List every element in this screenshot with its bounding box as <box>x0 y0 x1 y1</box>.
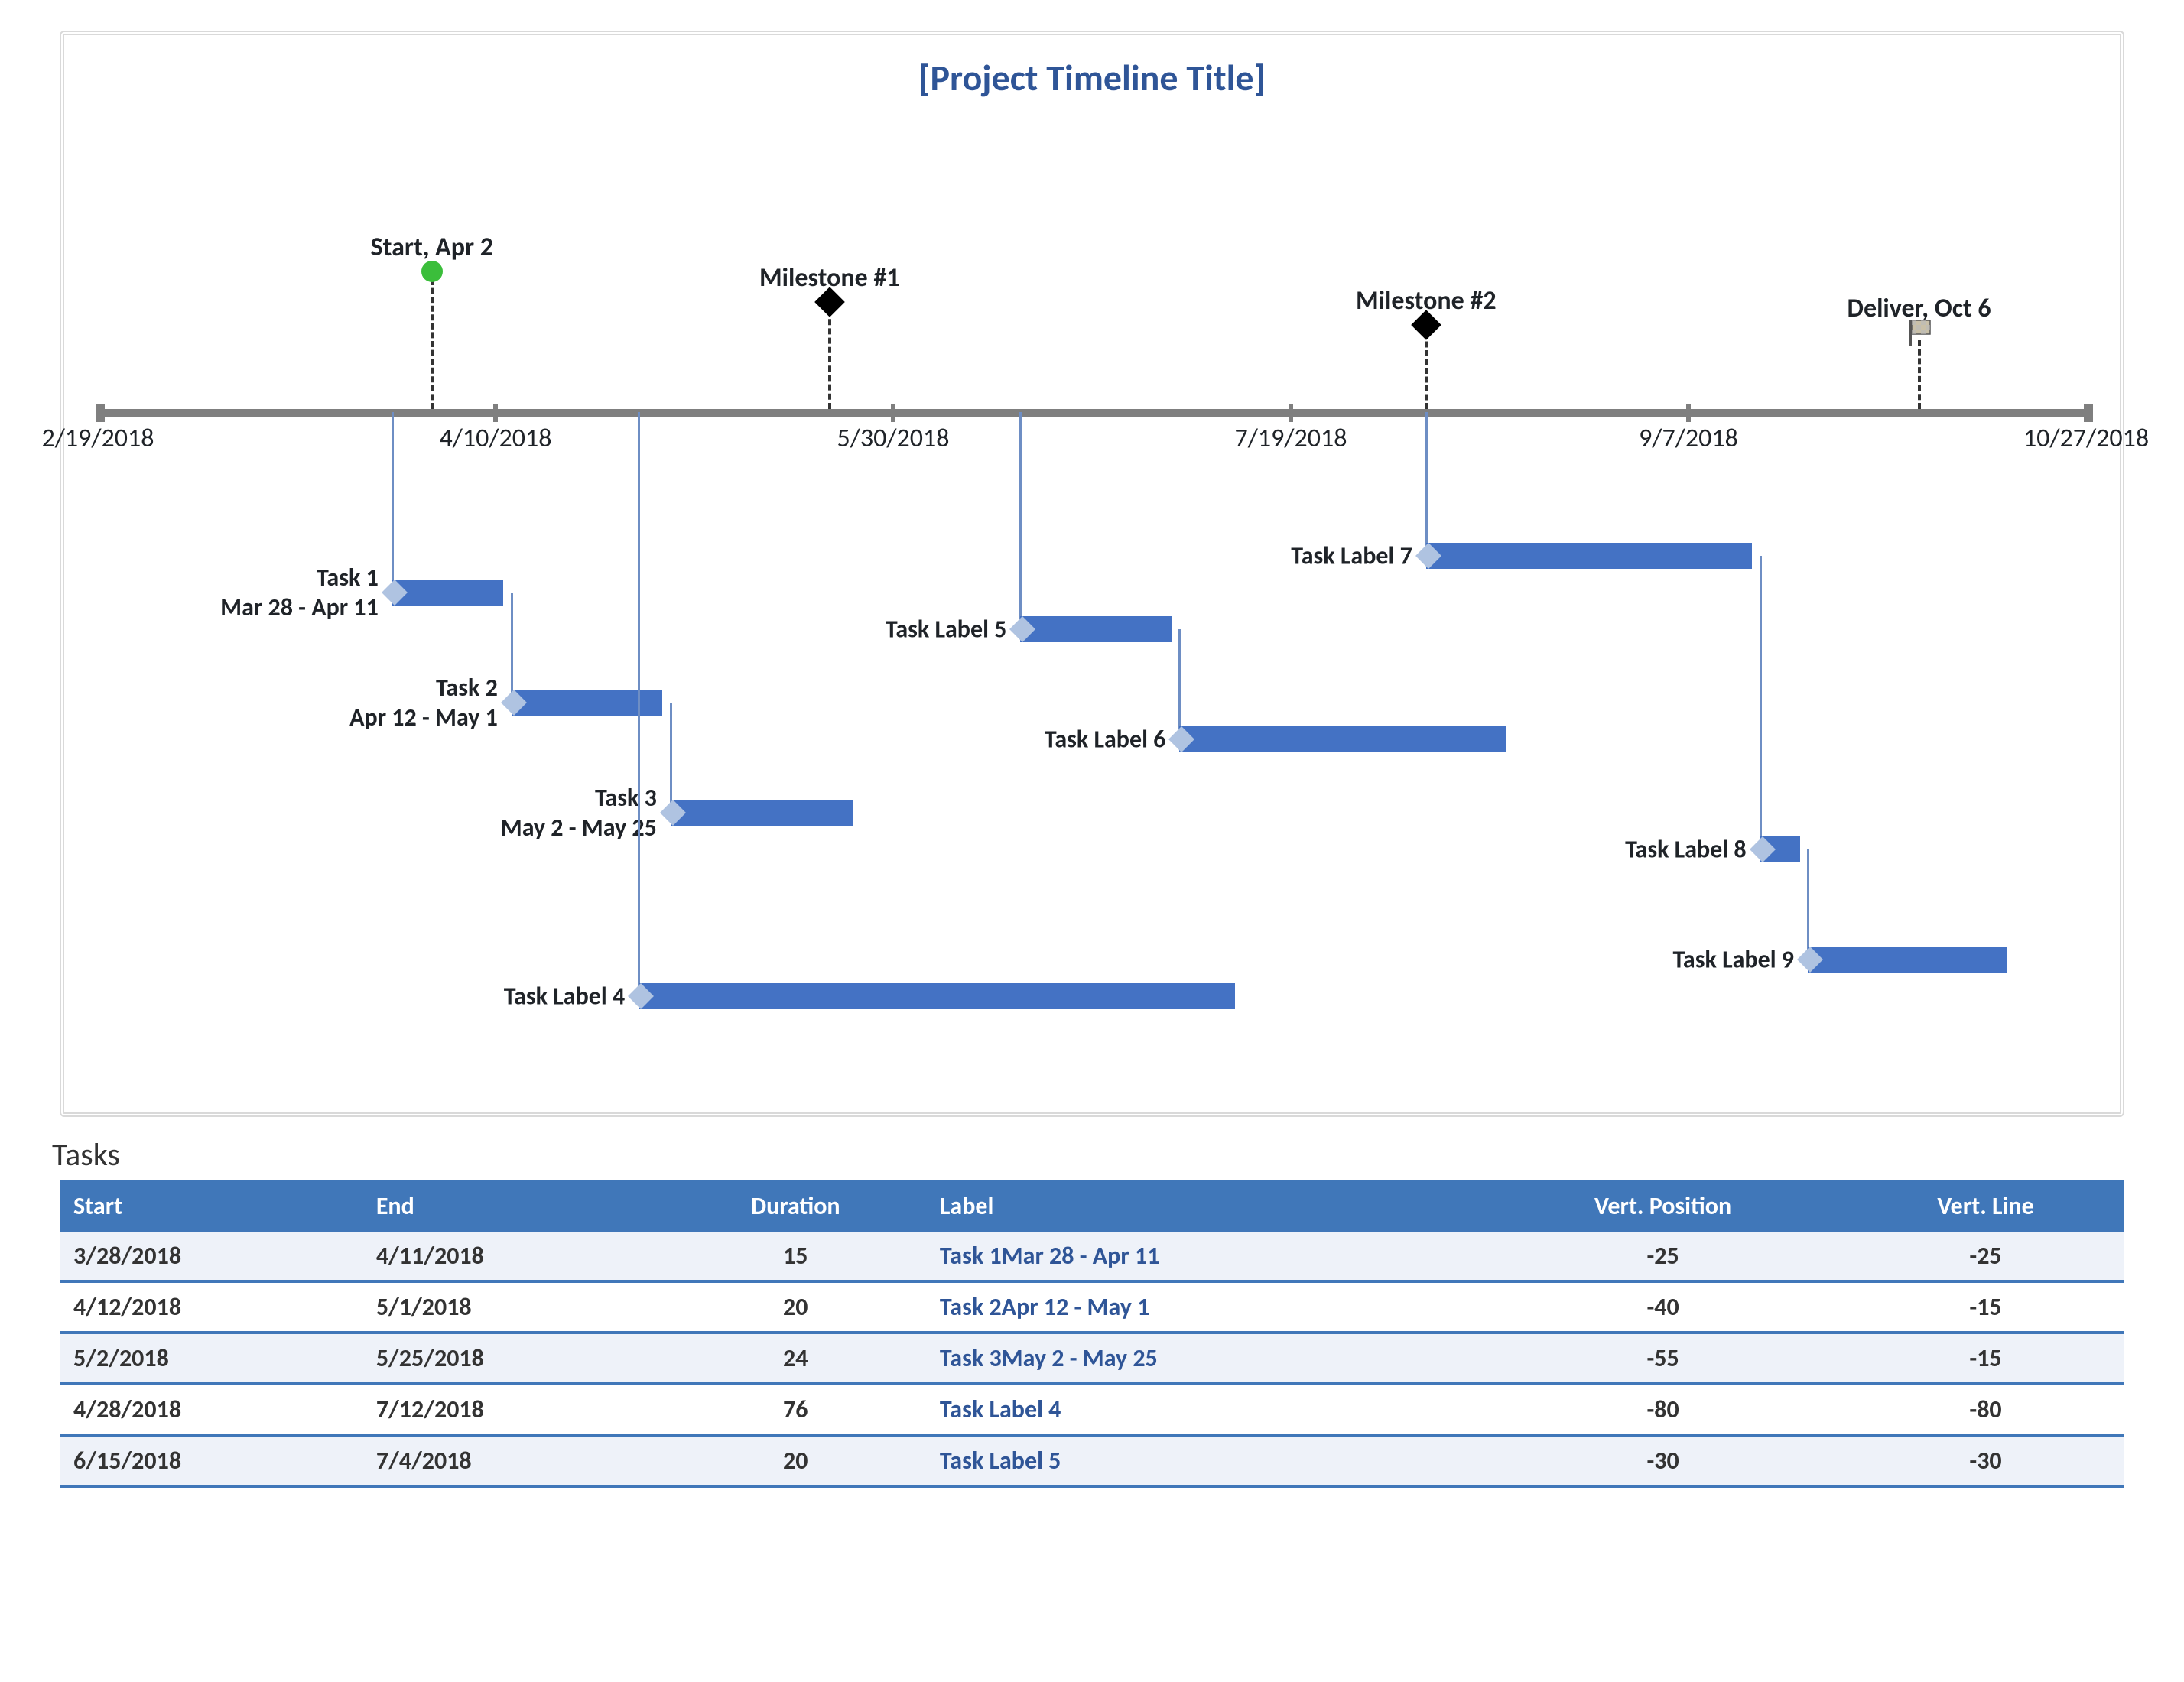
cell-label: Task 1Mar 28 - Apr 11 <box>926 1232 1479 1281</box>
axis-tick <box>1686 404 1691 422</box>
axis-label: 10/27/2018 <box>2023 423 2149 454</box>
task-bar <box>671 800 853 826</box>
table-header: Start End Duration Label Vert. Position … <box>60 1180 2124 1232</box>
cell-end: 7/12/2018 <box>362 1384 665 1435</box>
task-bar <box>1179 726 1505 752</box>
cell-label: Task Label 4 <box>926 1384 1479 1435</box>
milestone-label: Start, Apr 2 <box>371 232 494 263</box>
cell-start: 3/28/2018 <box>60 1232 362 1281</box>
axis-label: 4/10/2018 <box>440 423 552 454</box>
cell-label: Task 3May 2 - May 25 <box>926 1333 1479 1384</box>
col-start: Start <box>60 1180 362 1232</box>
cell-duration: 76 <box>665 1384 926 1435</box>
table-body: 3/28/20184/11/201815Task 1Mar 28 - Apr 1… <box>60 1232 2124 1486</box>
col-vline: Vert. Line <box>1847 1180 2124 1232</box>
task-bar <box>1808 947 2007 973</box>
milestone-connector <box>1918 340 1921 409</box>
task-label: Task 3May 2 - May 25 <box>501 783 657 843</box>
task-connector <box>511 593 513 703</box>
milestone-label: Milestone #2 <box>1356 285 1497 317</box>
cell-end: 5/1/2018 <box>362 1281 665 1333</box>
task-connector <box>1178 629 1181 739</box>
table-row: 4/28/20187/12/201876Task Label 4-80-80 <box>60 1384 2124 1435</box>
start-dot-icon <box>421 261 443 282</box>
milestone-connector <box>828 310 831 409</box>
task-connector <box>1807 849 1809 960</box>
axis-label: 5/30/2018 <box>837 423 950 454</box>
tasks-table: Start End Duration Label Vert. Position … <box>60 1180 2124 1488</box>
table-row: 6/15/20187/4/201820Task Label 5-30-30 <box>60 1435 2124 1486</box>
milestone-label: Deliver, Oct 6 <box>1848 293 1991 324</box>
cell-vpos: -55 <box>1479 1333 1847 1384</box>
table-row: 4/12/20185/1/201820Task 2Apr 12 - May 1-… <box>60 1281 2124 1333</box>
cell-duration: 20 <box>665 1281 926 1333</box>
task-label: Task Label 4 <box>504 982 626 1011</box>
axis-tick <box>891 404 895 422</box>
task-connector <box>670 703 672 813</box>
task-bar <box>1426 543 1752 569</box>
task-bar <box>639 983 1235 1009</box>
tasks-section-title: Tasks <box>52 1135 2138 1174</box>
cell-vline: -80 <box>1847 1384 2124 1435</box>
task-label: Task Label 5 <box>886 615 1007 645</box>
cell-end: 4/11/2018 <box>362 1232 665 1281</box>
cell-start: 4/12/2018 <box>60 1281 362 1333</box>
cell-vline: -15 <box>1847 1333 2124 1384</box>
col-end: End <box>362 1180 665 1232</box>
col-duration: Duration <box>665 1180 926 1232</box>
task-connector <box>638 412 640 996</box>
col-vpos: Vert. Position <box>1479 1180 1847 1232</box>
task-label: Task Label 8 <box>1625 835 1747 865</box>
cell-end: 7/4/2018 <box>362 1435 665 1486</box>
task-label: Task 1Mar 28 - Apr 11 <box>220 563 379 622</box>
task-connector <box>1019 412 1022 629</box>
axis-tick <box>2084 404 2093 422</box>
axis-tick <box>96 404 105 422</box>
chart-container: [Project Timeline Title] 2/19/20184/10/2… <box>60 31 2124 1117</box>
cell-label: Task Label 5 <box>926 1435 1479 1486</box>
task-label: Task Label 7 <box>1291 541 1412 571</box>
col-label: Label <box>926 1180 1479 1232</box>
task-connector <box>1425 412 1428 556</box>
cell-vpos: -40 <box>1479 1281 1847 1333</box>
timeline-axis <box>98 409 2086 417</box>
cell-vline: -25 <box>1847 1232 2124 1281</box>
chart-area: 2/19/20184/10/20185/30/20187/19/20189/7/… <box>98 119 2086 1082</box>
chart-title: [Project Timeline Title] <box>80 55 2104 100</box>
table-row: 5/2/20185/25/201824Task 3May 2 - May 25-… <box>60 1333 2124 1384</box>
cell-vpos: -25 <box>1479 1232 1847 1281</box>
cell-label: Task 2Apr 12 - May 1 <box>926 1281 1479 1333</box>
task-label: Task 2Apr 12 - May 1 <box>349 673 498 732</box>
axis-tick <box>1289 404 1293 422</box>
table-row: 3/28/20184/11/201815Task 1Mar 28 - Apr 1… <box>60 1232 2124 1281</box>
task-bar <box>1760 836 1800 862</box>
task-bar <box>392 580 504 606</box>
cell-duration: 24 <box>665 1333 926 1384</box>
task-bar <box>1020 616 1172 642</box>
task-label: Task Label 6 <box>1045 725 1166 755</box>
cell-start: 4/28/2018 <box>60 1384 362 1435</box>
milestone-label: Milestone #1 <box>759 262 900 294</box>
axis-tick <box>493 404 498 422</box>
cell-vpos: -80 <box>1479 1384 1847 1435</box>
cell-end: 5/25/2018 <box>362 1333 665 1384</box>
axis-label: 7/19/2018 <box>1235 423 1347 454</box>
cell-start: 6/15/2018 <box>60 1435 362 1486</box>
axis-label: 2/19/2018 <box>42 423 154 454</box>
cell-vline: -30 <box>1847 1435 2124 1486</box>
task-connector <box>392 412 394 593</box>
cell-vline: -15 <box>1847 1281 2124 1333</box>
milestone-connector <box>431 279 434 409</box>
task-connector <box>1760 556 1762 849</box>
cell-duration: 20 <box>665 1435 926 1486</box>
axis-label: 9/7/2018 <box>1639 423 1738 454</box>
task-label: Task Label 9 <box>1673 945 1795 975</box>
cell-start: 5/2/2018 <box>60 1333 362 1384</box>
cell-vpos: -30 <box>1479 1435 1847 1486</box>
cell-duration: 15 <box>665 1232 926 1281</box>
milestone-connector <box>1425 333 1428 409</box>
